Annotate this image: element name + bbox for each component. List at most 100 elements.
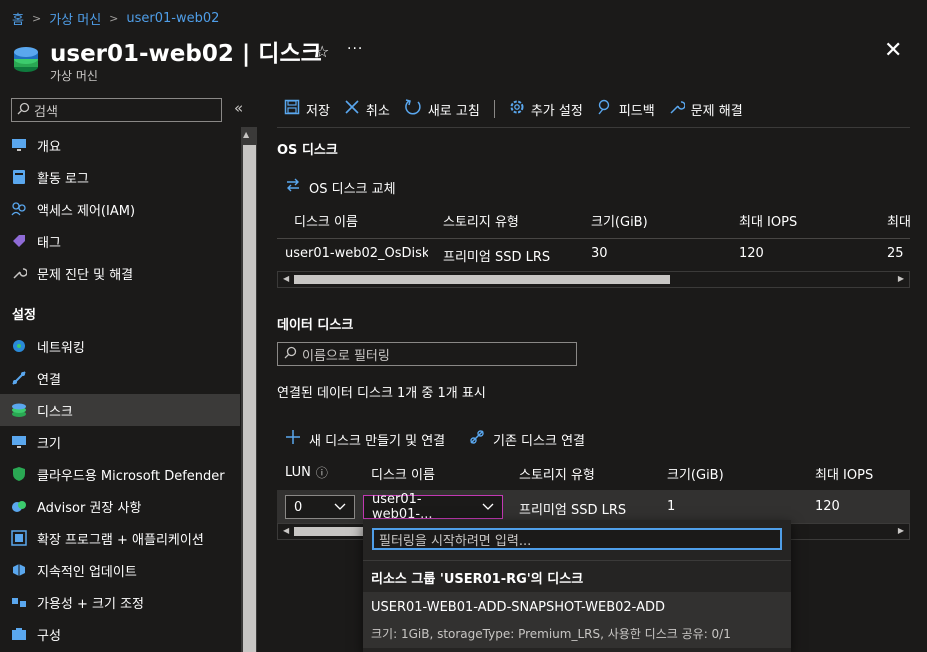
feedback-icon <box>597 99 613 119</box>
size-icon <box>11 434 27 450</box>
disk-stack-icon <box>12 46 40 72</box>
os-col-size: 크기(GiB) <box>591 215 648 230</box>
sidebar-item-diagnose[interactable]: 문제 진단 및 해결 <box>0 257 240 289</box>
os-disk-storage: 프리미엄 SSD LRS <box>443 250 551 265</box>
save-button[interactable]: 저장 <box>284 99 330 119</box>
sidebar-item-connect[interactable]: 연결 <box>0 362 240 394</box>
sidebar-section-settings: 설정 <box>12 308 36 323</box>
sidebar-item-label: 클라우드용 Microsoft Defender <box>37 468 225 484</box>
os-col-storage: 스토리지 유형 <box>443 215 519 230</box>
dropdown-divider <box>363 560 791 561</box>
page-title: user01-web02 | 디스크 <box>50 41 322 67</box>
data-col-name: 디스크 이름 <box>371 468 435 483</box>
sidebar-item-label: 지속적인 업데이트 <box>37 564 137 580</box>
breadcrumb-home[interactable]: 홈 <box>12 9 24 28</box>
sidebar-item-disks[interactable]: 디스크 <box>0 394 240 426</box>
data-disk-size: 1 <box>667 499 676 514</box>
os-col-name: 디스크 이름 <box>294 215 358 230</box>
scroll-right-icon[interactable]: ▶ <box>898 274 904 283</box>
os-scroll-thumb[interactable] <box>294 275 670 284</box>
sidebar-item-extensions[interactable]: 확장 프로그램 + 애플리케이션 <box>0 522 240 554</box>
sidebar-item-label: 네트워킹 <box>37 340 85 356</box>
breadcrumb-resource[interactable]: user01-web02 <box>126 11 219 26</box>
data-disk-iops: 120 <box>815 499 840 514</box>
gear-icon <box>509 99 525 119</box>
people-icon <box>11 201 27 217</box>
chevron-down-icon <box>482 500 494 515</box>
extension-icon <box>11 530 27 546</box>
create-attach-disk-button[interactable]: 새 디스크 만들기 및 연결 <box>285 429 445 449</box>
sidebar-item-configuration[interactable]: 구성 <box>0 618 240 650</box>
os-header-divider <box>277 238 910 239</box>
data-col-iops: 최대 IOPS <box>815 468 874 483</box>
sidebar-item-label: Advisor 권장 사항 <box>37 500 142 516</box>
os-col-throughput: 최대 <box>887 215 910 230</box>
additional-settings-button[interactable]: 추가 설정 <box>509 99 583 119</box>
search-icon <box>17 102 30 119</box>
save-icon <box>284 99 300 119</box>
sidebar-item-availability[interactable]: 가용성 + 크기 조정 <box>0 586 240 618</box>
data-disk-filter-input[interactable]: 이름으로 필터링 <box>277 342 577 366</box>
sidebar-item-networking[interactable]: 네트워킹 <box>0 330 240 362</box>
sidebar-item-tags[interactable]: 태그 <box>0 225 240 257</box>
sidebar-item-size[interactable]: 크기 <box>0 426 240 458</box>
more-icon[interactable]: ··· <box>347 41 363 57</box>
command-bar: 저장 취소 새로 고침 추가 설정 피드백 문제 해결 <box>284 98 743 120</box>
shield-icon <box>11 466 27 482</box>
info-icon[interactable]: ⓘ <box>316 464 328 481</box>
feedback-button[interactable]: 피드백 <box>597 99 655 119</box>
disk-select-dropdown: 필터링을 시작하려면 입력... 리소스 그룹 'USER01-RG'의 디스크… <box>363 520 791 652</box>
chevron-right-icon: > <box>109 12 119 25</box>
attach-existing-disk-button[interactable]: 기존 디스크 연결 <box>469 429 585 449</box>
plus-icon <box>285 429 301 449</box>
scroll-left-icon[interactable]: ◀ <box>283 526 289 535</box>
refresh-button[interactable]: 새로 고침 <box>404 98 480 120</box>
disk-name-select[interactable]: user01-web01-... <box>363 492 503 522</box>
sidebar-item-updates[interactable]: 지속적인 업데이트 <box>0 554 240 586</box>
tag-icon <box>11 233 27 249</box>
sidebar-item-label: 개요 <box>37 139 61 155</box>
data-disk-count: 연결된 데이터 디스크 1개 중 1개 표시 <box>277 386 486 401</box>
swap-icon <box>285 177 301 197</box>
sidebar-item-label: 태그 <box>37 235 61 251</box>
scroll-up-icon[interactable]: ▲ <box>243 130 249 139</box>
sidebar-item-label: 크기 <box>37 436 61 452</box>
close-icon[interactable]: ✕ <box>884 38 902 63</box>
refresh-icon <box>404 98 422 120</box>
discard-button[interactable]: 취소 <box>344 99 390 119</box>
wrench-icon <box>669 99 686 119</box>
star-icon[interactable]: ☆ <box>315 42 329 61</box>
close-icon <box>344 99 360 119</box>
os-disk-size: 30 <box>591 246 608 261</box>
sidebar-item-label: 문제 진단 및 해결 <box>37 267 134 283</box>
os-horizontal-scrollbar[interactable]: ◀ ▶ <box>277 271 910 288</box>
collapse-sidebar-icon[interactable]: « <box>234 99 243 117</box>
data-col-storage: 스토리지 유형 <box>519 468 595 483</box>
swap-os-disk-button[interactable]: OS 디스크 교체 <box>285 177 396 197</box>
troubleshoot-button[interactable]: 문제 해결 <box>669 99 743 119</box>
lun-select[interactable]: 0 <box>285 495 355 519</box>
monitor-icon <box>11 137 27 153</box>
toolbar-divider-line <box>277 127 910 128</box>
os-disk-title: OS 디스크 <box>277 143 338 158</box>
sidebar-item-label: 가용성 + 크기 조정 <box>37 596 145 612</box>
sidebar-item-label: 구성 <box>37 628 61 644</box>
data-disk-storage: 프리미엄 SSD LRS <box>519 503 627 518</box>
breadcrumb-vm[interactable]: 가상 머신 <box>49 9 101 28</box>
sidebar-item-defender[interactable]: 클라우드용 Microsoft Defender <box>0 458 240 490</box>
sidebar-item-advisor[interactable]: Advisor 권장 사항 <box>0 490 240 522</box>
sidebar-scroll-thumb[interactable] <box>243 145 256 652</box>
sidebar-search-input[interactable]: 검색 <box>11 98 222 122</box>
dropdown-option[interactable]: USER01-WEB01-ADD-SNAPSHOT-WEB02-ADD 크기: … <box>363 592 791 648</box>
toolbar-divider <box>493 100 495 118</box>
chevron-down-icon <box>334 500 346 515</box>
dropdown-filter-input[interactable]: 필터링을 시작하려면 입력... <box>372 528 782 550</box>
disk-icon <box>11 402 27 418</box>
os-disk-name-link[interactable]: user01-web02_OsDisk_1_ <box>285 246 428 261</box>
sidebar-item-iam[interactable]: 액세스 제어(IAM) <box>0 193 240 225</box>
sidebar-item-activity-log[interactable]: 활동 로그 <box>0 161 240 193</box>
scroll-left-icon[interactable]: ◀ <box>283 274 289 283</box>
scroll-right-icon[interactable]: ▶ <box>898 526 904 535</box>
advisor-icon <box>11 498 27 514</box>
sidebar-item-overview[interactable]: 개요 <box>0 129 240 161</box>
